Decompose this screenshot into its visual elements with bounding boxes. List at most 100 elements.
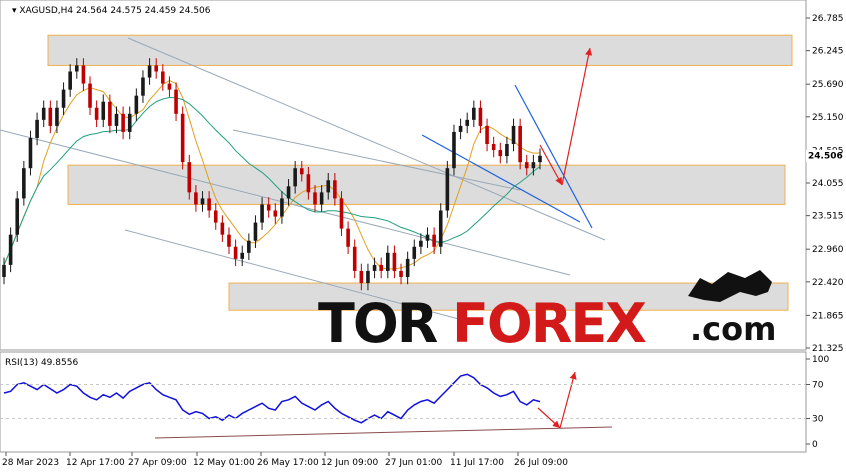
candle-body[interactable] bbox=[41, 107, 46, 120]
x-tick-label: 27 Jun 01:00 bbox=[385, 458, 442, 468]
y-tick-label: 25.690 bbox=[812, 80, 844, 90]
candle-body[interactable] bbox=[399, 270, 403, 277]
candle-body[interactable] bbox=[438, 210, 443, 247]
candle-body[interactable] bbox=[266, 204, 271, 211]
candle-body[interactable] bbox=[174, 89, 178, 114]
candle-body[interactable] bbox=[412, 246, 417, 259]
candle-body[interactable] bbox=[485, 125, 489, 145]
candle-body[interactable] bbox=[253, 222, 258, 241]
candle-body[interactable] bbox=[127, 113, 132, 132]
candle-body[interactable] bbox=[339, 198, 344, 229]
candle-body[interactable] bbox=[61, 89, 66, 108]
candle-body[interactable] bbox=[28, 137, 33, 169]
candle-body[interactable] bbox=[531, 162, 536, 169]
candle-body[interactable] bbox=[167, 83, 172, 90]
candle-body[interactable] bbox=[94, 107, 99, 120]
candle-body[interactable] bbox=[240, 252, 245, 259]
candle-body[interactable] bbox=[134, 95, 139, 114]
candle-body[interactable] bbox=[405, 258, 410, 277]
candle-body[interactable] bbox=[227, 234, 231, 247]
candle-body[interactable] bbox=[465, 119, 470, 126]
candle-body[interactable] bbox=[505, 144, 509, 157]
candle-body[interactable] bbox=[15, 198, 20, 235]
x-tick-label: 28 Mar 2023 bbox=[2, 458, 59, 468]
y-tick-label: 22.960 bbox=[812, 245, 844, 255]
candle-body[interactable] bbox=[511, 125, 516, 145]
candle-body[interactable] bbox=[445, 168, 450, 211]
sr-zone[interactable] bbox=[47, 34, 793, 66]
candle-body[interactable] bbox=[187, 162, 192, 193]
candle-body[interactable] bbox=[48, 107, 53, 126]
candle-body[interactable] bbox=[293, 168, 297, 187]
candle-body[interactable] bbox=[101, 101, 106, 120]
y-tick-label: 21.325 bbox=[812, 344, 844, 354]
candle-body[interactable] bbox=[432, 234, 436, 247]
candle-body[interactable] bbox=[74, 65, 79, 72]
candle-body[interactable] bbox=[8, 234, 13, 265]
rsi-label: RSI(13) 49.8556 bbox=[5, 358, 78, 368]
candle-body[interactable] bbox=[425, 234, 430, 241]
sr-zone[interactable] bbox=[67, 164, 786, 205]
x-tick-label: 26 May 17:00 bbox=[257, 458, 319, 468]
candle-body[interactable] bbox=[346, 228, 350, 247]
candle-body[interactable] bbox=[313, 192, 317, 205]
rsi-y-tick-label: 100 bbox=[812, 355, 829, 365]
candle-body[interactable] bbox=[524, 162, 529, 169]
chart-canvas[interactable]: 26.78526.24525.69025.15024.59524.05523.5… bbox=[0, 0, 846, 472]
candle-body[interactable] bbox=[538, 155, 542, 163]
candle-body[interactable] bbox=[22, 168, 26, 199]
candle-body[interactable] bbox=[366, 270, 370, 284]
x-tick-label: 26 Jul 09:00 bbox=[514, 458, 568, 468]
x-tick-label: 12 Apr 17:00 bbox=[66, 458, 125, 468]
candle-body[interactable] bbox=[478, 107, 483, 126]
candle-body[interactable] bbox=[472, 107, 476, 120]
candle-body[interactable] bbox=[35, 119, 39, 138]
candle-body[interactable] bbox=[247, 240, 251, 253]
candle-body[interactable] bbox=[2, 264, 6, 277]
candle-body[interactable] bbox=[359, 270, 364, 284]
candle-body[interactable] bbox=[108, 101, 112, 126]
candle-body[interactable] bbox=[518, 125, 522, 163]
y-tick-label: 24.055 bbox=[812, 179, 844, 189]
candle-body[interactable] bbox=[372, 264, 377, 271]
rsi-y-tick-label: 30 bbox=[812, 415, 824, 425]
candle-body[interactable] bbox=[161, 71, 165, 84]
candle-body[interactable] bbox=[154, 65, 158, 72]
candle-body[interactable] bbox=[233, 246, 238, 259]
candle-body[interactable] bbox=[333, 180, 337, 199]
candle-body[interactable] bbox=[141, 77, 145, 96]
candle-body[interactable] bbox=[207, 198, 211, 211]
candle-body[interactable] bbox=[319, 192, 324, 205]
candle-body[interactable] bbox=[326, 180, 331, 193]
candle-body[interactable] bbox=[491, 144, 496, 151]
candle-body[interactable] bbox=[81, 65, 86, 84]
candle-body[interactable] bbox=[88, 83, 92, 108]
candle-body[interactable] bbox=[55, 107, 59, 126]
candle-body[interactable] bbox=[386, 252, 390, 271]
candle-body[interactable] bbox=[280, 198, 284, 217]
candle-body[interactable] bbox=[299, 168, 304, 175]
y-tick-label: 25.150 bbox=[812, 113, 844, 123]
candle-body[interactable] bbox=[392, 252, 397, 271]
candle-body[interactable] bbox=[352, 246, 357, 271]
y-tick-label: 22.420 bbox=[812, 278, 844, 288]
candle-body[interactable] bbox=[213, 210, 218, 223]
candle-body[interactable] bbox=[220, 222, 225, 235]
candle-body[interactable] bbox=[194, 192, 198, 205]
candle-body[interactable] bbox=[306, 174, 311, 193]
candle-body[interactable] bbox=[458, 125, 463, 132]
candle-body[interactable] bbox=[180, 113, 185, 163]
candle-body[interactable] bbox=[419, 240, 423, 247]
candle-body[interactable] bbox=[452, 131, 456, 169]
candle-body[interactable] bbox=[260, 204, 264, 223]
candle-body[interactable] bbox=[114, 113, 119, 126]
candle-body[interactable] bbox=[498, 150, 503, 157]
candle-body[interactable] bbox=[379, 264, 383, 271]
candle-body[interactable] bbox=[273, 210, 278, 217]
y-tick-label: 26.245 bbox=[812, 47, 844, 57]
candle-body[interactable] bbox=[286, 186, 291, 199]
candle-body[interactable] bbox=[200, 198, 205, 205]
candle-body[interactable] bbox=[68, 71, 72, 90]
candle-body[interactable] bbox=[121, 113, 125, 132]
candle-body[interactable] bbox=[147, 65, 152, 78]
